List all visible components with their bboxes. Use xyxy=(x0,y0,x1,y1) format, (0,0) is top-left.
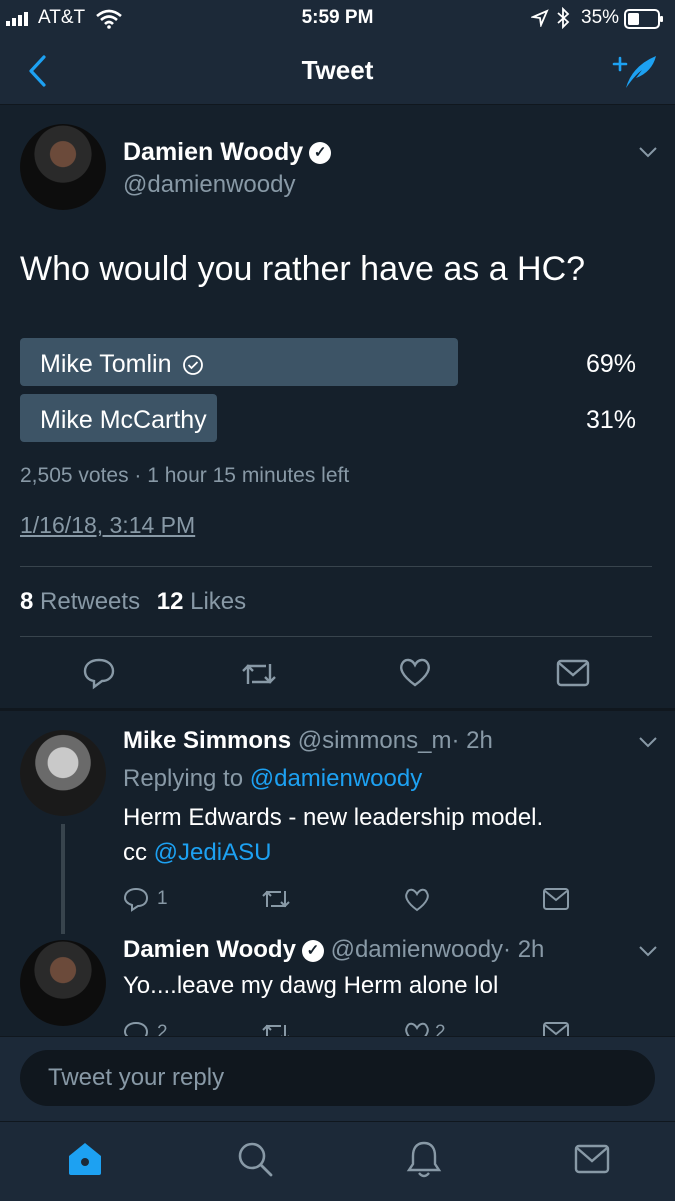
retweet-icon xyxy=(262,890,290,908)
avatar[interactable] xyxy=(20,730,106,816)
reply-text: Yo....leave my dawg Herm alone lol xyxy=(123,972,499,999)
avatar[interactable] xyxy=(20,940,106,1026)
check-circle-icon xyxy=(182,354,204,376)
poll-option-label: Mike McCarthy xyxy=(40,406,207,434)
mail-icon xyxy=(574,1144,610,1174)
heart-icon xyxy=(405,1022,429,1036)
tab-messages[interactable] xyxy=(574,1144,610,1174)
reply-button[interactable] xyxy=(123,1020,149,1036)
chevron-down-icon xyxy=(639,147,657,158)
thread-line xyxy=(61,824,65,934)
reply-options-button[interactable] xyxy=(637,944,659,958)
tab-notifications[interactable] xyxy=(406,1139,442,1179)
retweet-icon xyxy=(262,1024,289,1036)
location-icon xyxy=(531,9,549,27)
reply-text: Herm Edwards - new leadership model. xyxy=(123,804,544,831)
like-button[interactable] xyxy=(403,886,431,912)
mention-link[interactable]: @JediASU xyxy=(154,839,272,866)
author-handle[interactable]: @damienwoody xyxy=(331,936,503,963)
like-button[interactable] xyxy=(398,656,432,688)
compose-tweet-button[interactable] xyxy=(612,52,658,90)
author-name[interactable]: Damien Woody ✓ xyxy=(123,138,332,167)
reply-icon xyxy=(123,1021,149,1036)
likes-stat[interactable]: 12 Likes xyxy=(157,588,246,615)
share-dm-button[interactable] xyxy=(542,1021,570,1036)
section-divider xyxy=(0,708,675,711)
reply-header: Mike Simmons @simmons_m· 2h xyxy=(123,727,493,755)
tab-search[interactable] xyxy=(236,1140,274,1178)
divider xyxy=(20,566,652,567)
mail-icon xyxy=(543,888,569,910)
status-bar: AT&T 5:59 PM 35% xyxy=(0,0,675,38)
reply-input[interactable] xyxy=(20,1050,655,1106)
reply-options-button[interactable] xyxy=(637,735,659,749)
poll-option-label: Mike Tomlin xyxy=(40,350,204,379)
bluetooth-icon xyxy=(556,7,570,29)
retweets-stat[interactable]: 8 Retweets xyxy=(20,588,140,615)
reply-time: · 2h xyxy=(503,936,545,963)
poll-summary: 2,505 votes · 1 hour 15 minutes left xyxy=(20,464,350,487)
battery-icon xyxy=(624,9,664,29)
search-icon xyxy=(238,1142,273,1177)
reply-text-line2: cc @JediASU xyxy=(123,839,272,866)
chevron-down-icon xyxy=(639,946,657,957)
retweet-button[interactable] xyxy=(261,1020,291,1036)
clock: 5:59 PM xyxy=(301,7,374,28)
tweet-text: Who would you rather have as a HC? xyxy=(20,250,586,288)
reply-time: · 2h xyxy=(451,727,493,754)
like-button[interactable] xyxy=(403,1020,431,1036)
share-dm-button[interactable] xyxy=(542,887,570,911)
tweet-timestamp[interactable]: 1/16/18, 3:14 PM xyxy=(20,512,195,539)
poll-option-percent: 69% xyxy=(585,350,636,378)
replying-to: Replying to @damienwoody xyxy=(123,765,423,792)
reply-actions-partial: 2 2 xyxy=(123,1020,643,1036)
battery-percent: 35% xyxy=(581,7,620,28)
reply-button[interactable]: 1 xyxy=(123,886,168,912)
retweet-button[interactable] xyxy=(261,886,291,912)
mail-icon xyxy=(556,659,590,687)
author-name[interactable]: Mike Simmons xyxy=(123,727,291,754)
verified-badge-icon: ✓ xyxy=(301,939,324,962)
avatar[interactable] xyxy=(20,124,106,210)
tweet-options-button[interactable] xyxy=(637,145,659,159)
reply-count: 2 xyxy=(157,1022,168,1036)
tab-bar xyxy=(0,1121,675,1201)
divider xyxy=(20,636,652,637)
engagement-counts: 8 Retweets 12 Likes xyxy=(20,588,246,616)
mail-icon xyxy=(543,1022,569,1036)
reply-button[interactable] xyxy=(82,656,116,690)
share-dm-button[interactable] xyxy=(556,658,590,688)
author-name[interactable]: Damien Woody xyxy=(123,936,296,963)
mention-link[interactable]: @damienwoody xyxy=(250,765,422,792)
nav-bar: Tweet xyxy=(0,38,675,105)
heart-icon xyxy=(400,658,430,687)
home-icon xyxy=(69,1143,101,1175)
reply-count: 1 xyxy=(157,888,168,909)
like-count: 2 xyxy=(435,1022,446,1036)
heart-icon xyxy=(405,888,429,912)
reply-icon xyxy=(83,658,115,690)
page-title: Tweet xyxy=(301,55,374,85)
verified-badge-icon: ✓ xyxy=(309,142,332,165)
retweet-icon xyxy=(242,664,276,684)
author-handle[interactable]: @simmons_m xyxy=(298,727,452,754)
tab-home[interactable] xyxy=(66,1140,104,1178)
author-handle[interactable]: @damienwoody xyxy=(123,171,295,199)
reply-header: Damien Woody ✓ @damienwoody· 2h xyxy=(123,936,544,964)
bell-icon xyxy=(406,1141,442,1178)
poll-option-percent: 31% xyxy=(585,406,636,434)
reply-icon xyxy=(123,887,149,912)
compose-quill-icon xyxy=(612,56,656,88)
retweet-button[interactable] xyxy=(240,658,278,690)
chevron-down-icon xyxy=(639,737,657,748)
